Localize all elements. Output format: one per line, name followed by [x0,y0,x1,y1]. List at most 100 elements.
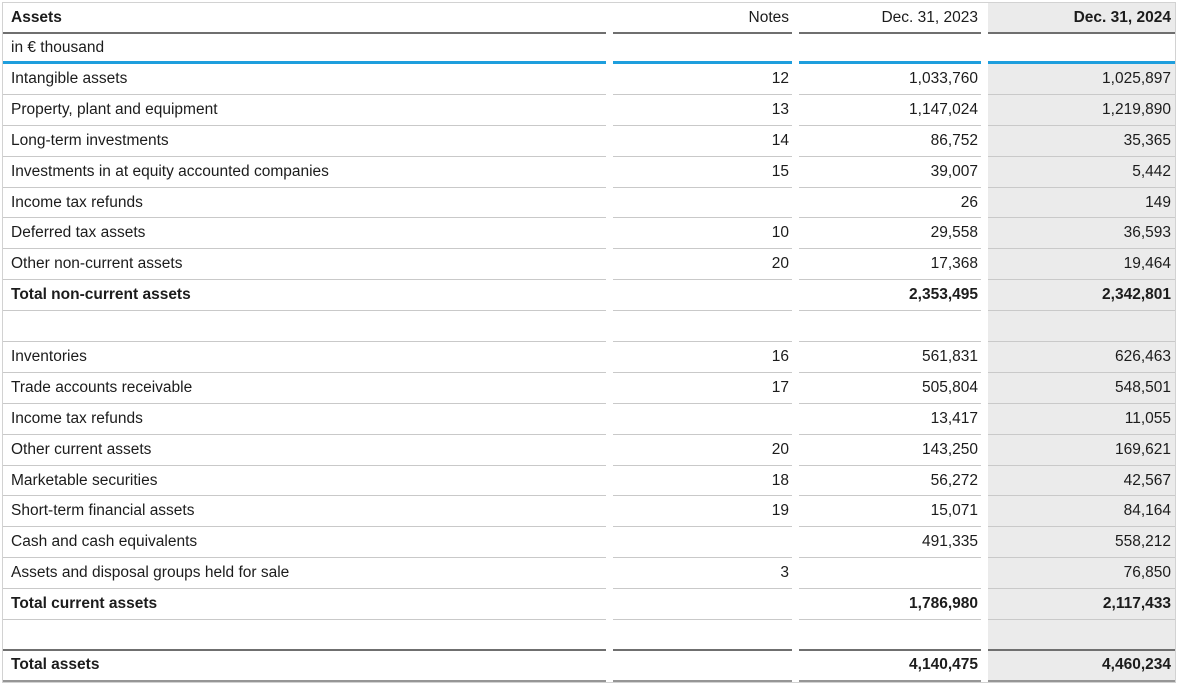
row-label: Total current assets [3,589,606,620]
assets-balance-sheet: Assets Notes Dec. 31, 2023 Dec. 31, 2024… [2,2,1176,683]
table-row: Short-term financial assets 19 15,071 84… [3,496,1175,527]
row-label: Total non-current assets [3,280,606,311]
row-value-2023: 39,007 [799,157,981,188]
row-value-2023: 17,368 [799,249,981,280]
row-label: Intangible assets [3,64,606,95]
row-label: Marketable securities [3,466,606,497]
row-value-2024: 5,442 [988,157,1175,188]
table-row: Inventories 16 561,831 626,463 [3,342,1175,373]
row-label: Income tax refunds [3,188,606,219]
row-label: Inventories [3,342,606,373]
row-value-2023: 13,417 [799,404,981,435]
column-header-dec-31-2023: Dec. 31, 2023 [799,3,981,34]
row-notes-cell [613,311,792,342]
row-value-2023: 1,033,760 [799,64,981,95]
row-label: Income tax refunds [3,404,606,435]
unit-row-2024-cell [988,34,1175,64]
table-row: Income tax refunds 26 149 [3,188,1175,219]
row-notes-cell [613,620,792,651]
table-header-row: Assets Notes Dec. 31, 2023 Dec. 31, 2024 [3,3,1175,34]
row-value-2024: 2,117,433 [988,589,1175,620]
table-row: Intangible assets 12 1,033,760 1,025,897 [3,64,1175,95]
row-notes-cell: 13 [613,95,792,126]
table-row: Marketable securities 18 56,272 42,567 [3,466,1175,497]
row-notes-cell: 20 [613,249,792,280]
row-label: Trade accounts receivable [3,373,606,404]
row-label [3,311,606,342]
row-value-2024: 19,464 [988,249,1175,280]
row-notes-cell: 14 [613,126,792,157]
row-label: Investments in at equity accounted compa… [3,157,606,188]
row-value-2024: 548,501 [988,373,1175,404]
row-value-2024: 4,460,234 [988,651,1175,682]
row-notes-cell: 12 [613,64,792,95]
table-row: Income tax refunds 13,417 11,055 [3,404,1175,435]
row-value-2023: 86,752 [799,126,981,157]
row-value-2023: 505,804 [799,373,981,404]
table-row [3,311,1175,342]
row-value-2023 [799,311,981,342]
table-row: Other non-current assets 20 17,368 19,46… [3,249,1175,280]
row-value-2024: 36,593 [988,218,1175,249]
row-label: Property, plant and equipment [3,95,606,126]
row-label [3,620,606,651]
row-value-2024: 11,055 [988,404,1175,435]
row-notes-cell: 15 [613,157,792,188]
row-value-2024: 76,850 [988,558,1175,589]
row-label: Total assets [3,651,606,682]
row-notes-cell: 18 [613,466,792,497]
table-row [3,620,1175,651]
row-value-2024: 1,219,890 [988,95,1175,126]
table-row: Other current assets 20 143,250 169,621 [3,435,1175,466]
table-row: Total non-current assets 2,353,495 2,342… [3,280,1175,311]
row-notes-cell [613,280,792,311]
column-header-dec-31-2024: Dec. 31, 2024 [988,3,1175,34]
row-value-2023: 1,147,024 [799,95,981,126]
row-notes-cell: 20 [613,435,792,466]
row-value-2023: 491,335 [799,527,981,558]
table-row: Total assets 4,140,475 4,460,234 [3,651,1175,682]
row-value-2024: 558,212 [988,527,1175,558]
row-value-2024: 626,463 [988,342,1175,373]
table-row: Assets and disposal groups held for sale… [3,558,1175,589]
table-body: Intangible assets 12 1,033,760 1,025,897… [3,64,1175,682]
row-notes-cell: 19 [613,496,792,527]
unit-row: in € thousand [3,34,1175,64]
row-value-2024: 84,164 [988,496,1175,527]
row-value-2023 [799,620,981,651]
unit-row-2023-cell [799,34,981,64]
row-notes-cell: 10 [613,218,792,249]
row-value-2023: 143,250 [799,435,981,466]
row-value-2023: 26 [799,188,981,219]
row-value-2023: 56,272 [799,466,981,497]
table-title: Assets [3,3,606,34]
row-notes-cell: 16 [613,342,792,373]
unit-label: in € thousand [3,34,606,64]
row-notes-cell [613,188,792,219]
row-notes-cell [613,589,792,620]
unit-row-notes-cell [613,34,792,64]
row-value-2023: 29,558 [799,218,981,249]
row-value-2024: 35,365 [988,126,1175,157]
row-notes-cell [613,651,792,682]
row-label: Deferred tax assets [3,218,606,249]
row-value-2023: 2,353,495 [799,280,981,311]
row-label: Cash and cash equivalents [3,527,606,558]
row-value-2024: 2,342,801 [988,280,1175,311]
table-row: Cash and cash equivalents 491,335 558,21… [3,527,1175,558]
row-notes-cell [613,527,792,558]
table-row: Trade accounts receivable 17 505,804 548… [3,373,1175,404]
row-label: Other non-current assets [3,249,606,280]
row-value-2024: 169,621 [988,435,1175,466]
row-label: Short-term financial assets [3,496,606,527]
table-row: Long-term investments 14 86,752 35,365 [3,126,1175,157]
row-value-2023 [799,558,981,589]
row-value-2024: 149 [988,188,1175,219]
row-label: Long-term investments [3,126,606,157]
row-value-2023: 15,071 [799,496,981,527]
row-notes-cell: 3 [613,558,792,589]
row-value-2024 [988,620,1175,651]
table-row: Property, plant and equipment 13 1,147,0… [3,95,1175,126]
row-label: Other current assets [3,435,606,466]
column-header-notes: Notes [613,3,792,34]
